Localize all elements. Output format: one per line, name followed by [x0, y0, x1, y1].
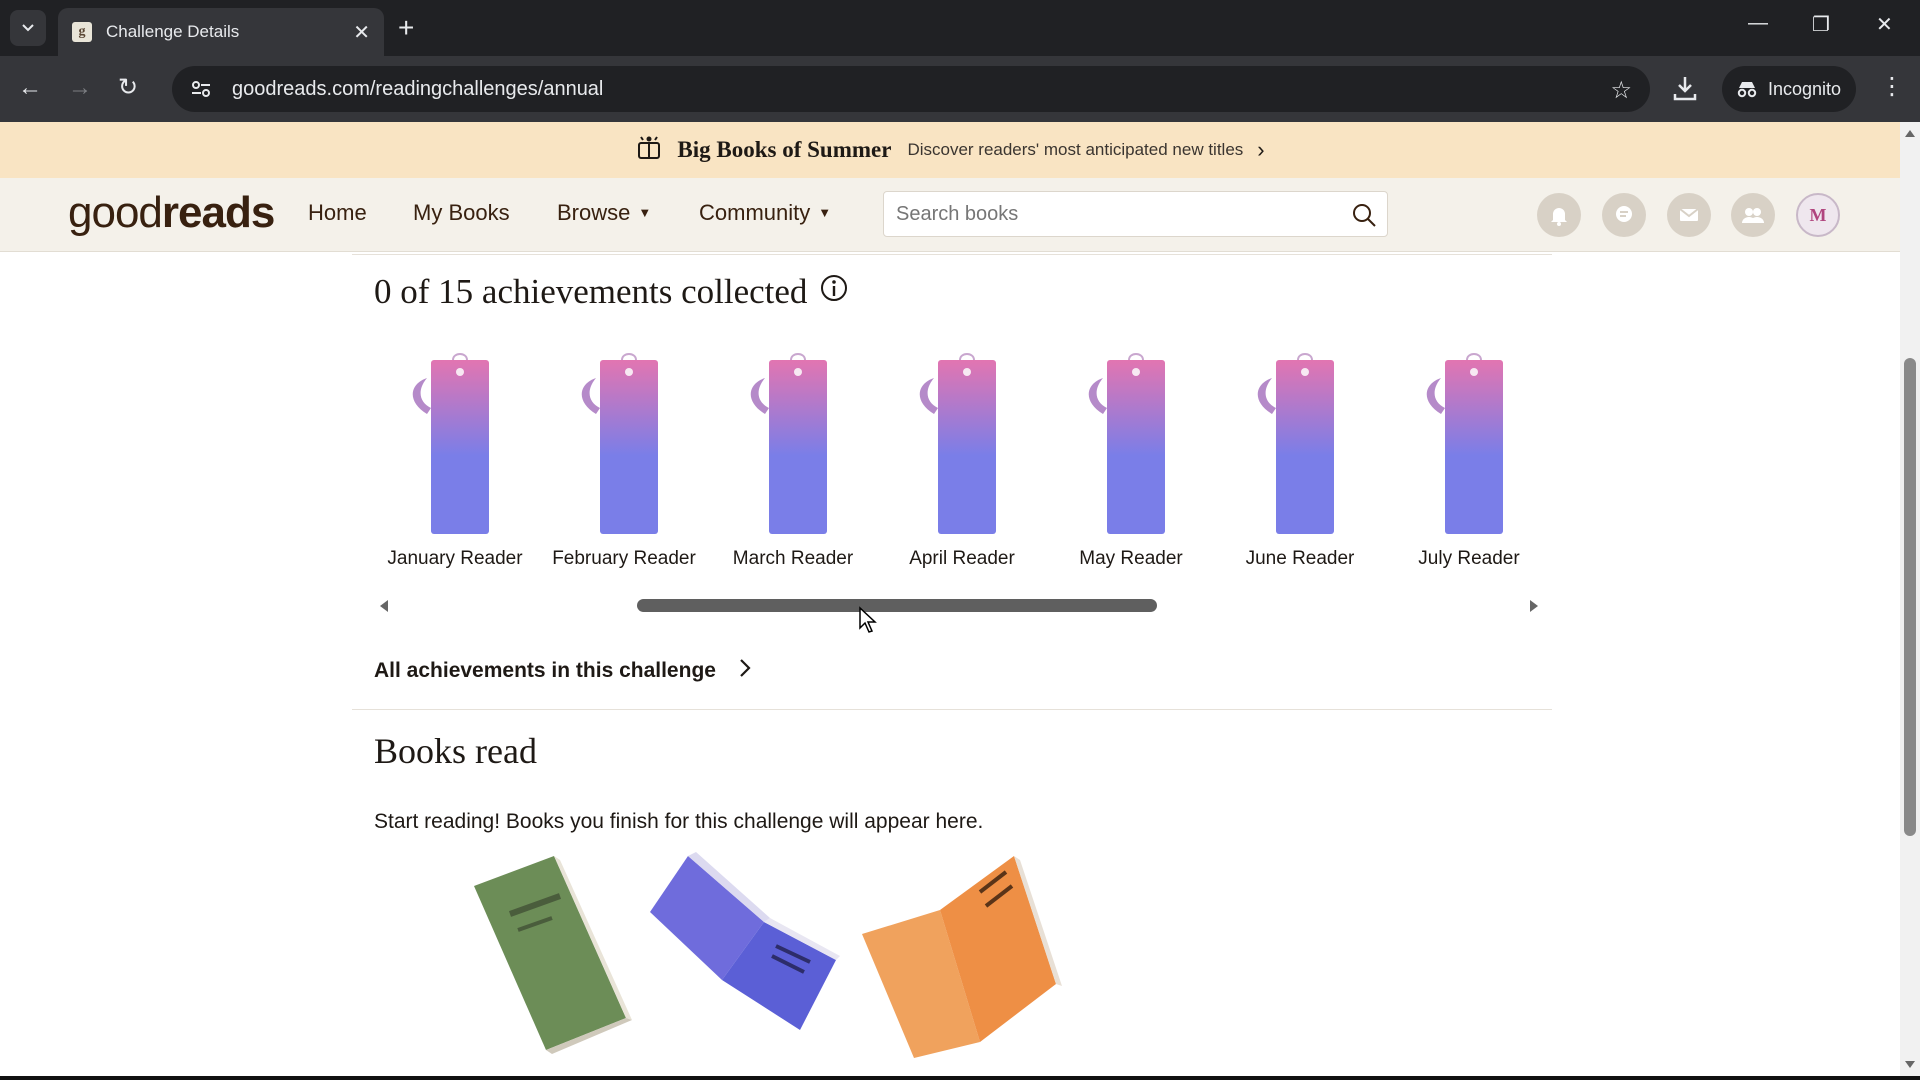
achievement-label: July Reader	[1385, 548, 1553, 570]
nav-community[interactable]: Community ▼	[699, 200, 831, 226]
restore-icon[interactable]: ❐	[1812, 12, 1830, 37]
achievement-item[interactable]: March Reader	[709, 350, 877, 580]
screen-bottom-edge	[0, 1076, 1920, 1080]
search-icon[interactable]	[1351, 202, 1377, 233]
achievement-item[interactable]: January Reader	[371, 350, 539, 580]
back-icon[interactable]: ←	[18, 76, 42, 100]
nav-home[interactable]: Home	[308, 200, 367, 226]
achievement-item[interactable]: July Reader	[1385, 350, 1553, 580]
notifications-bell-icon[interactable]	[1537, 193, 1581, 237]
bookmark-badge-icon	[743, 350, 843, 536]
bookmark-badge-icon	[405, 350, 505, 536]
section-divider	[352, 709, 1552, 710]
nav-community-label: Community	[699, 200, 810, 225]
search-input[interactable]	[896, 203, 1336, 226]
achievement-item[interactable]: May Reader	[1047, 350, 1215, 580]
sun-book-icon	[635, 134, 663, 167]
achievements-heading: 0 of 15 achievements collected	[374, 272, 849, 312]
orange-book-illustration	[862, 856, 1062, 1058]
new-tab-icon[interactable]: +	[398, 14, 414, 42]
achievement-label: January Reader	[371, 548, 539, 570]
scroll-left-arrow-icon[interactable]	[380, 600, 388, 612]
bookmark-badge-icon	[1419, 350, 1519, 536]
url-text: goodreads.com/readingchallenges/annual	[232, 78, 603, 101]
scroll-up-arrow-icon[interactable]	[1905, 130, 1915, 137]
achievement-item[interactable]: February Reader	[540, 350, 708, 580]
bookmark-badge-icon	[912, 350, 1012, 536]
all-achievements-link[interactable]: All achievements in this challenge	[374, 658, 752, 684]
achievement-label: April Reader	[878, 548, 1046, 570]
achievements-heading-text: 0 of 15 achievements collected	[374, 272, 807, 312]
tab-title: Challenge Details	[106, 22, 353, 42]
caret-down-icon: ▼	[638, 205, 651, 220]
browser-tab[interactable]: g Challenge Details ✕	[58, 8, 384, 56]
address-bar[interactable]: goodreads.com/readingchallenges/annual ☆	[172, 66, 1650, 112]
chevron-right-icon: ›	[1257, 137, 1264, 163]
achievement-label: February Reader	[540, 548, 708, 570]
promo-title: Big Books of Summer	[677, 137, 891, 163]
achievement-label: March Reader	[709, 548, 877, 570]
books-illustration	[460, 852, 1080, 1062]
site-info-icon[interactable]	[188, 76, 214, 102]
bookmark-badge-icon	[574, 350, 674, 536]
site-header: goodreads Home My Books Browse ▼ Communit…	[0, 178, 1900, 252]
messages-envelope-icon[interactable]	[1667, 193, 1711, 237]
achievement-label: June Reader	[1216, 548, 1384, 570]
promo-subtitle: Discover readers' most anticipated new t…	[907, 140, 1243, 160]
minimize-icon[interactable]: —	[1748, 12, 1768, 35]
search-box	[883, 191, 1388, 237]
browser-toolbar: ← → ↻ goodreads.com/readingchallenges/an…	[0, 56, 1920, 122]
green-book-illustration	[474, 856, 632, 1054]
scroll-down-arrow-icon[interactable]	[1905, 1061, 1915, 1068]
scroll-right-arrow-icon[interactable]	[1530, 600, 1538, 612]
goodreads-favicon-icon: g	[72, 22, 92, 42]
promo-banner[interactable]: Big Books of Summer Discover readers' mo…	[0, 122, 1900, 178]
incognito-label: Incognito	[1768, 79, 1841, 100]
all-achievements-label: All achievements in this challenge	[374, 659, 716, 683]
browser-menu-icon[interactable]: ⋮	[1880, 72, 1904, 101]
logo-bold-text: reads	[162, 188, 274, 237]
achievements-scrollbar[interactable]	[374, 596, 1544, 616]
incognito-icon	[1736, 80, 1758, 98]
scrollbar-thumb[interactable]	[637, 599, 1157, 612]
discussions-icon[interactable]	[1602, 193, 1646, 237]
bookmark-badge-icon	[1250, 350, 1350, 536]
info-icon[interactable]	[819, 272, 849, 312]
logo-light-text: good	[68, 188, 162, 237]
page-scrollbar-thumb[interactable]	[1904, 358, 1916, 836]
page-scrollbar[interactable]	[1900, 122, 1920, 1080]
bookmark-star-icon[interactable]: ☆	[1610, 76, 1632, 105]
user-avatar[interactable]: M	[1796, 193, 1840, 237]
browser-tabstrip: g Challenge Details ✕ + — ❐ ✕	[0, 0, 1920, 56]
mouse-cursor-icon	[858, 606, 878, 639]
incognito-indicator[interactable]: Incognito	[1722, 66, 1856, 112]
download-icon[interactable]	[1672, 74, 1698, 107]
forward-icon[interactable]: →	[68, 76, 92, 100]
books-read-heading: Books read	[374, 730, 537, 772]
nav-my-books[interactable]: My Books	[413, 200, 510, 226]
section-divider	[352, 254, 1552, 255]
bookmark-badge-icon	[1081, 350, 1181, 536]
nav-browse-label: Browse	[557, 200, 630, 225]
achievement-item[interactable]: April Reader	[878, 350, 1046, 580]
books-read-empty-message: Start reading! Books you finish for this…	[374, 810, 983, 834]
tab-search-button[interactable]	[10, 10, 46, 46]
achievement-item[interactable]: June Reader	[1216, 350, 1384, 580]
chevron-right-icon	[738, 658, 752, 684]
window-close-icon[interactable]: ✕	[1876, 12, 1893, 37]
reload-icon[interactable]: ↻	[118, 76, 138, 100]
caret-down-icon: ▼	[818, 205, 831, 220]
achievement-label: May Reader	[1047, 548, 1215, 570]
chevron-down-icon	[21, 23, 35, 33]
tab-close-icon[interactable]: ✕	[353, 20, 370, 45]
goodreads-logo[interactable]: goodreads	[68, 188, 274, 238]
blue-book-illustration	[650, 852, 840, 1030]
nav-browse[interactable]: Browse ▼	[557, 200, 651, 226]
friends-icon[interactable]	[1731, 193, 1775, 237]
